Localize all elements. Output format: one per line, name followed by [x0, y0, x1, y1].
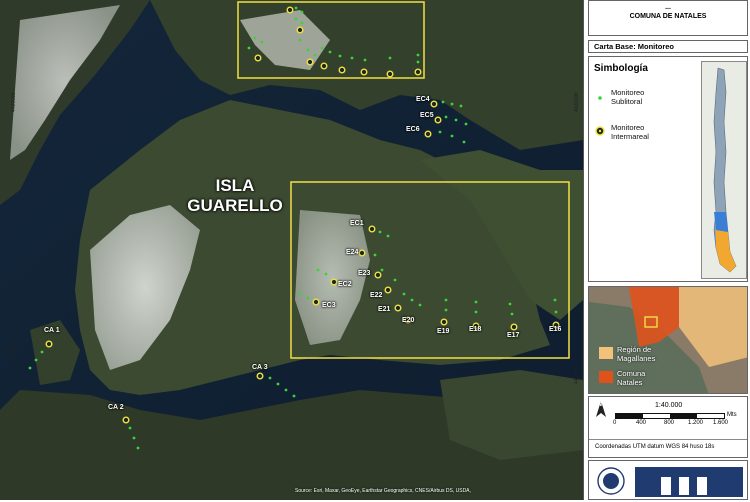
legend-intermareal-label: Monitoreo Intermareal	[611, 123, 649, 141]
magallanes-swatch	[599, 347, 613, 359]
station-label-ec4: EC4	[416, 96, 430, 103]
legend-intermareal-line2: Intermareal	[611, 132, 649, 141]
coord-left-bottom: 4410000	[11, 342, 17, 362]
legend-title: Simbología	[594, 63, 648, 74]
station-label-ca3: CA 3	[252, 364, 268, 371]
side-panel: ... COMUNA DE NATALES Carta Base: Monito…	[583, 0, 750, 500]
natales-label: Comuna Natales	[617, 369, 645, 387]
station-label-ec5: EC5	[420, 112, 434, 119]
legend-sublitoral-line2: Sublitoral	[611, 97, 643, 106]
scale-tick-1: 400	[636, 420, 647, 426]
organization-logo	[635, 467, 743, 497]
intermareal-symbol-icon	[595, 126, 605, 136]
sublitoral-symbol-icon	[598, 96, 602, 100]
station-label-e17: E17	[507, 332, 520, 339]
station-label-e21: E21	[378, 306, 391, 313]
legend-intermareal-line1: Monitoreo	[611, 123, 645, 132]
station-label-e24: E24	[346, 249, 359, 256]
chile-locator-map	[701, 61, 747, 279]
logo-box	[588, 460, 748, 500]
scale-tick-2: 800	[664, 420, 675, 426]
station-label-e23: E23	[358, 270, 371, 277]
station-label-ec3: EC3	[322, 302, 336, 309]
magallanes-label: Región de Magallanes	[617, 345, 655, 363]
datum-text: Coordenadas UTM datum WGS 84 huso 18s	[595, 444, 715, 450]
station-label-e18: E18	[469, 326, 482, 333]
natales-swatch	[599, 371, 613, 383]
base-map-label: Carta Base: Monitoreo	[594, 42, 675, 51]
station-label-e20: E20	[402, 317, 415, 324]
map-credits: Source: Esri, Maxar, GeoEye, Earthstar G…	[295, 488, 471, 494]
station-label-e22: E22	[370, 292, 383, 299]
station-label-ec1: EC1	[350, 220, 364, 227]
satellite-map[interactable]: ISLA GUARELLO EC4 EC5 EC6 EC1 E24 E23 EC…	[0, 0, 583, 500]
station-label-e19: E19	[437, 328, 450, 335]
base-map-box: Carta Base: Monitoreo	[588, 40, 748, 53]
station-label-ca1: CA 1	[44, 327, 60, 334]
legend-sublitoral-line1: Monitoreo	[611, 88, 645, 97]
seal-logo-icon	[597, 467, 625, 495]
title-line1: ...	[665, 4, 671, 11]
station-label-ca2: CA 2	[108, 404, 124, 411]
scale-tick-0: 0	[613, 420, 617, 426]
coord-right-bottom: 4410000	[574, 364, 580, 384]
regional-inset: Región de Magallanes Comuna Natales	[588, 286, 748, 394]
station-label-e16: E16	[549, 326, 562, 333]
natales-line1: Comuna	[617, 369, 646, 378]
coord-left-top: 4420000	[11, 92, 17, 112]
magallanes-line1: Región de	[617, 345, 652, 354]
title-box: ... COMUNA DE NATALES	[588, 0, 748, 36]
legend-box: Simbología Monitoreo Sublitoral Monitore…	[588, 56, 748, 282]
scale-tick-3: 1.200	[688, 420, 704, 426]
north-label: N	[597, 401, 603, 408]
organization-logo-icon	[661, 477, 707, 495]
natales-line2: Natales	[617, 378, 643, 387]
island-label-line1: ISLA	[215, 176, 255, 195]
scale-unit: Mts	[727, 412, 737, 418]
island-label: ISLA GUARELLO	[180, 176, 290, 216]
scale-tick-4: 1.600	[713, 420, 729, 426]
scale-ratio: 1:40.000	[655, 402, 683, 409]
station-label-ec2: EC2	[338, 281, 352, 288]
chile-outline-icon	[713, 67, 737, 273]
coord-right-top: 4420000	[574, 92, 580, 112]
scale-bar	[615, 413, 725, 419]
station-label-ec6: EC6	[406, 126, 420, 133]
magallanes-line2: Magallanes	[617, 354, 656, 363]
scale-box: N 1:40.000 Mts 0 400 800 1.200 1.600 Coo…	[588, 396, 748, 458]
title-line2: COMUNA DE NATALES	[629, 13, 707, 20]
map-canvas	[0, 0, 583, 500]
legend-sublitoral-label: Monitoreo Sublitoral	[611, 88, 644, 106]
island-label-line2: GUARELLO	[187, 196, 283, 215]
